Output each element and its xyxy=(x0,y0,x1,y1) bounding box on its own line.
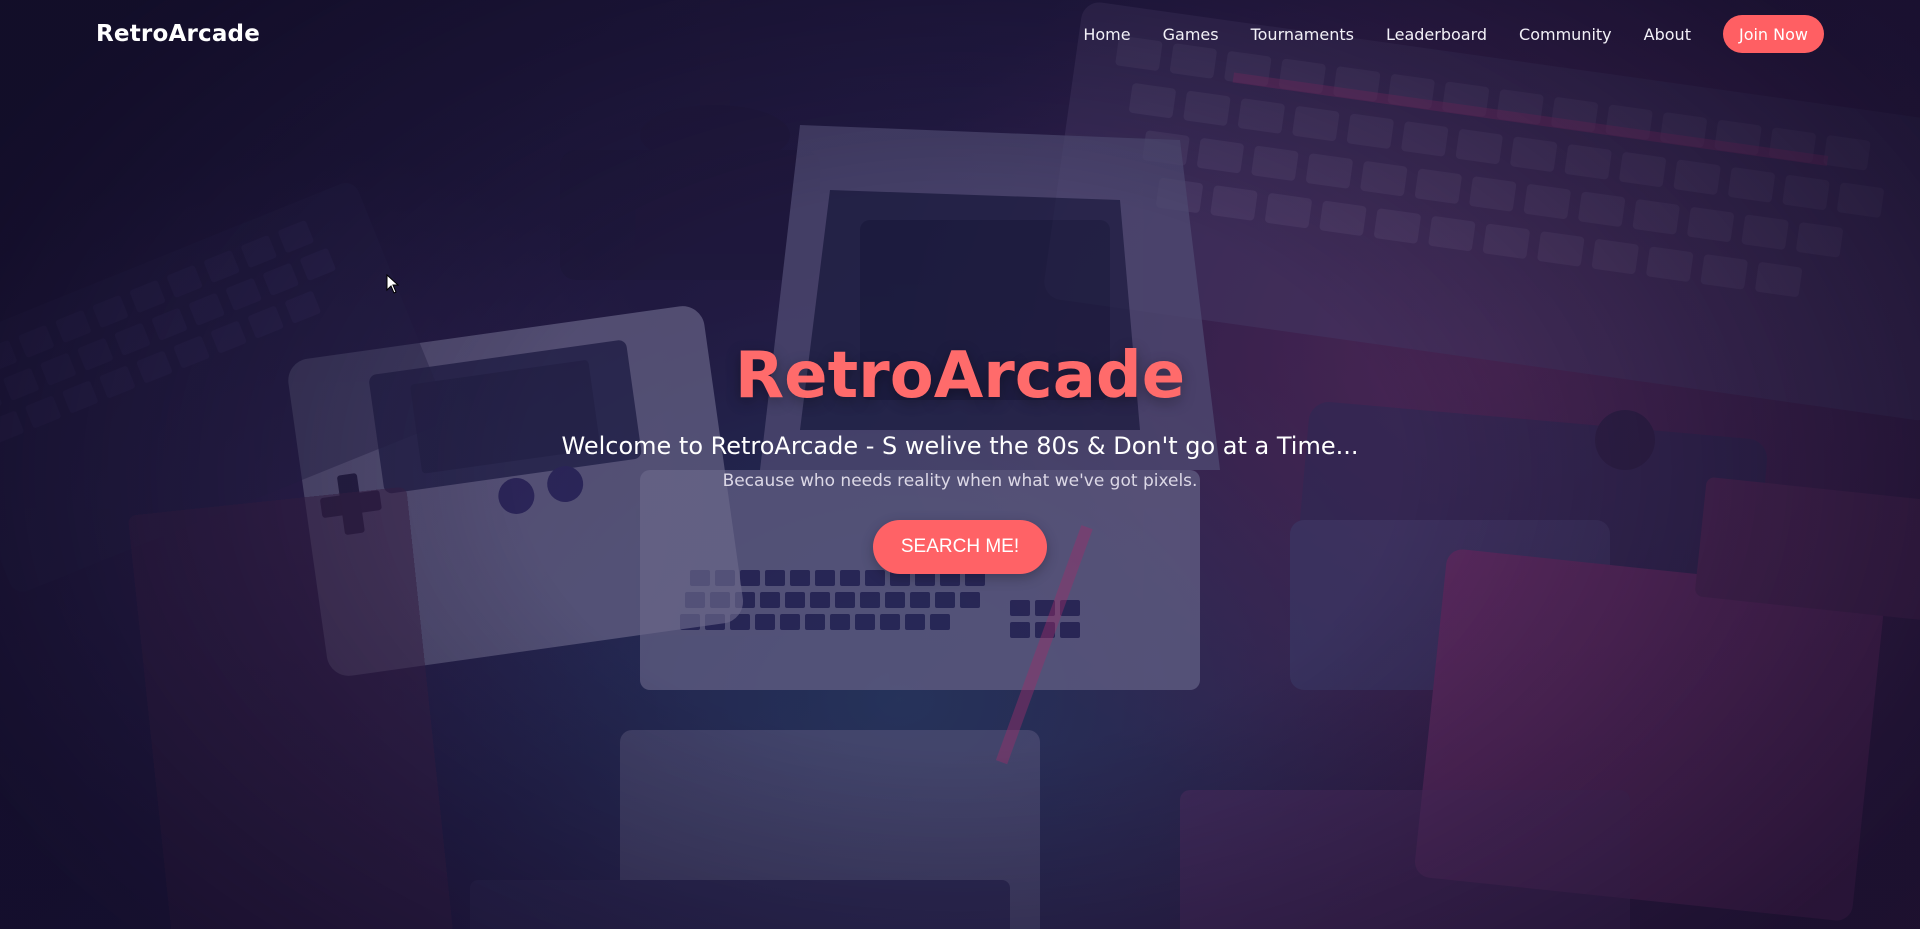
nav-links: Home Games Tournaments Leaderboard Commu… xyxy=(1083,15,1824,53)
nav-link-about[interactable]: About xyxy=(1644,25,1691,44)
mouse-pointer-icon xyxy=(386,274,400,294)
nav-link-leaderboard[interactable]: Leaderboard xyxy=(1386,25,1487,44)
landing-page: RetroArcade Home Games Tournaments Leade… xyxy=(0,0,1920,929)
nav-link-community[interactable]: Community xyxy=(1519,25,1612,44)
hero-title: RetroArcade xyxy=(734,339,1186,413)
nav-link-games[interactable]: Games xyxy=(1163,25,1219,44)
site-logo[interactable]: RetroArcade xyxy=(96,21,260,47)
nav-link-home[interactable]: Home xyxy=(1083,25,1130,44)
top-navbar: RetroArcade Home Games Tournaments Leade… xyxy=(0,0,1920,68)
hero-tagline: Because who needs reality when what we'v… xyxy=(722,471,1198,491)
hero-section: RetroArcade Welcome to RetroArcade - S w… xyxy=(0,330,1920,574)
hero-subtitle: Welcome to RetroArcade - S welive the 80… xyxy=(561,432,1359,460)
nav-link-tournaments[interactable]: Tournaments xyxy=(1251,25,1354,44)
search-button[interactable]: SEARCH ME! xyxy=(873,520,1047,574)
join-now-button[interactable]: Join Now xyxy=(1722,15,1824,53)
